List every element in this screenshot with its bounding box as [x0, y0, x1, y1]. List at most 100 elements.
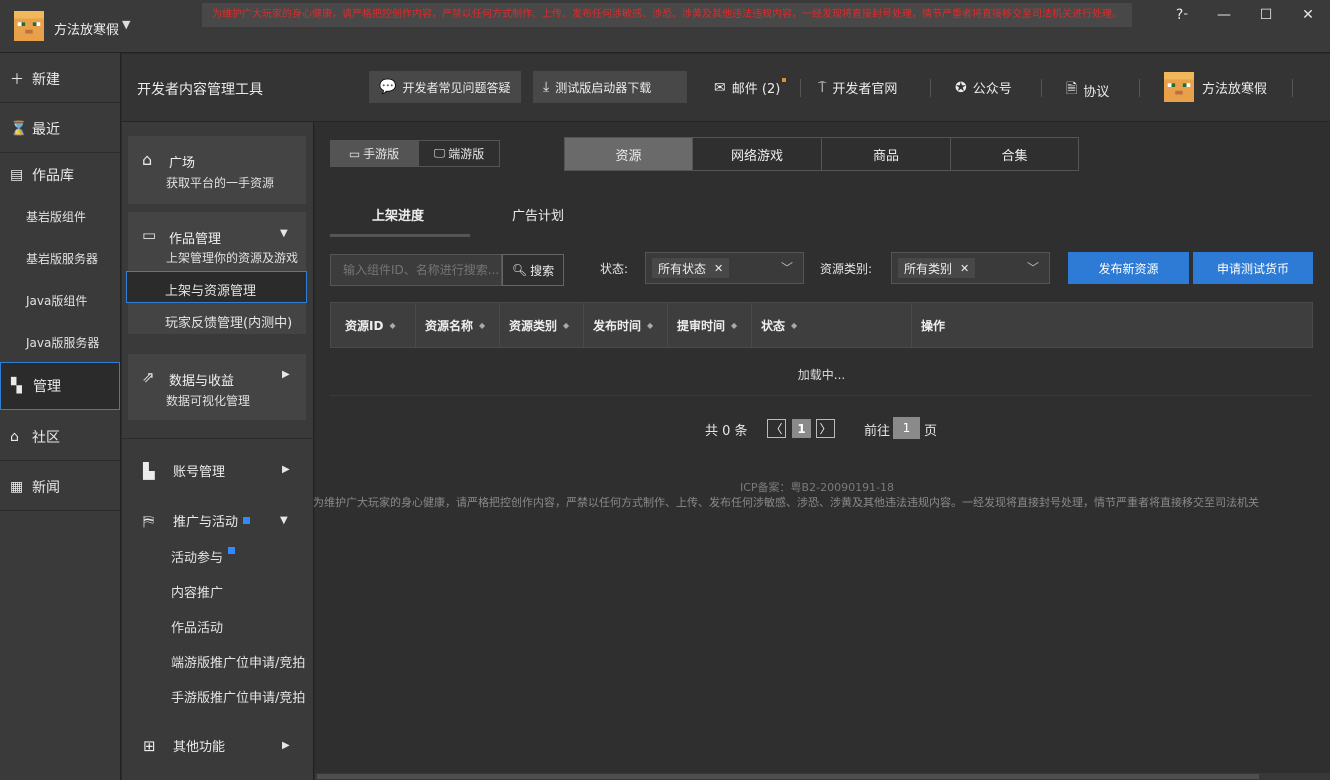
- col-actions: 操作: [921, 318, 946, 333]
- other-item[interactable]: ⊞ 其他功能: [143, 736, 225, 756]
- close-icon[interactable]: ✕: [960, 262, 969, 275]
- chevron-down-icon: ﹀: [1026, 261, 1039, 275]
- mail-link[interactable]: ✉ 邮件 (2): [714, 78, 787, 97]
- sort-icon: ◆: [647, 320, 654, 330]
- header-username[interactable]: 方法放寒假: [1202, 78, 1267, 97]
- activity-item[interactable]: 活动参与: [171, 547, 236, 566]
- header-avatar[interactable]: [1164, 72, 1194, 102]
- feedback-item[interactable]: 玩家反馈管理(内测中): [165, 312, 292, 331]
- main-content: [315, 122, 1330, 780]
- nav-bedrock-addon[interactable]: 基岩版组件: [0, 195, 120, 237]
- close-button[interactable]: ✕: [1290, 4, 1326, 26]
- works-title[interactable]: 作品管理: [169, 228, 221, 247]
- pin-icon: ⍑: [818, 79, 827, 96]
- tab-online-game[interactable]: 网络游戏: [692, 137, 822, 171]
- clock-icon: ⌛: [10, 120, 28, 137]
- folder-icon: ▭: [142, 226, 157, 244]
- minimize-button[interactable]: —: [1206, 4, 1242, 26]
- category-select[interactable]: 所有类别 ✕ ﹀: [891, 252, 1050, 284]
- status-select[interactable]: 所有状态 ✕ ﹀: [645, 252, 804, 284]
- account-item[interactable]: ▙ 账号管理: [143, 461, 225, 481]
- maximize-button[interactable]: ☐: [1248, 4, 1284, 26]
- work-activity-item[interactable]: 作品活动: [171, 617, 223, 636]
- total-count: 共 0 条: [705, 424, 748, 439]
- news-icon: ▦: [10, 478, 24, 495]
- nav-new[interactable]: ＋新建: [0, 55, 120, 103]
- close-icon[interactable]: ✕: [714, 262, 723, 275]
- username-label[interactable]: 方法放寒假: [54, 19, 119, 38]
- caret-right-icon[interactable]: ▶: [282, 740, 290, 751]
- nav-news[interactable]: ▦ 新闻: [0, 463, 120, 511]
- mobile-slot-item[interactable]: 手游版推广位申请/竞拍: [171, 687, 305, 706]
- user-avatar[interactable]: [14, 11, 44, 41]
- nav-manage[interactable]: ▚ 管理: [0, 362, 120, 410]
- download-button[interactable]: ⤓ 测试版启动器下载: [533, 71, 687, 103]
- divider: [122, 438, 314, 439]
- grid-icon: ⊞: [143, 736, 156, 755]
- col-resource-category[interactable]: 资源类别 ◆: [500, 302, 584, 348]
- caret-down-icon[interactable]: ▼: [122, 18, 130, 31]
- tab-goods[interactable]: 商品: [821, 137, 951, 171]
- dashboard-icon: ▚: [11, 378, 22, 394]
- caret-down-icon[interactable]: ▼: [280, 228, 288, 239]
- notification-dot: [228, 547, 236, 554]
- account-icon: ▙: [143, 461, 155, 480]
- nav-java-addon[interactable]: Java版组件: [0, 279, 120, 321]
- faq-button[interactable]: 💬 开发者常见问题答疑: [369, 71, 521, 103]
- col-resource-name[interactable]: 资源名称 ◆: [416, 302, 500, 348]
- goto-page-input[interactable]: 1: [893, 417, 920, 439]
- plaza-card[interactable]: [128, 136, 306, 204]
- platform-mobile-toggle[interactable]: ▭ 手游版: [330, 140, 418, 167]
- nav-library[interactable]: ▤ 作品库: [0, 151, 120, 199]
- help-icon[interactable]: ?⁼: [1164, 4, 1200, 26]
- publish-button[interactable]: 发布新资源: [1068, 252, 1189, 284]
- caret-right-icon: ▶: [282, 369, 290, 380]
- plaza-subtitle: 获取平台的一手资源: [166, 176, 275, 190]
- col-review-time[interactable]: 提审时间 ◆: [668, 302, 752, 348]
- tab-ad-plan[interactable]: 广告计划: [512, 205, 564, 224]
- sort-icon: ◆: [563, 320, 570, 330]
- tab-listing-progress[interactable]: 上架进度: [372, 205, 424, 224]
- home-icon: ⌂: [142, 150, 153, 169]
- active-tab-indicator: [330, 234, 470, 237]
- nav-community[interactable]: ⌂ 社区: [0, 413, 120, 461]
- category-label: 资源类别:: [820, 262, 873, 276]
- pc-slot-item[interactable]: 端游版推广位申请/竞拍: [171, 652, 305, 671]
- chart-icon: ⇗: [142, 368, 155, 386]
- mobile-icon: ▭: [348, 146, 361, 161]
- scrollbar-thumb[interactable]: [317, 774, 1259, 779]
- status-tag: 所有状态 ✕: [652, 258, 730, 278]
- chevron-down-icon: ﹀: [780, 261, 793, 275]
- col-publish-time[interactable]: 发布时间 ◆: [584, 302, 668, 348]
- tab-collection[interactable]: 合集: [950, 137, 1079, 171]
- loading-text: 加载中...: [797, 368, 846, 382]
- search-button[interactable]: 🔍︎ 搜索: [502, 254, 564, 286]
- flag-icon: ⛿: [143, 511, 154, 530]
- agreement-link[interactable]: 🗎 协议: [1066, 78, 1109, 102]
- current-page[interactable]: 1: [792, 419, 811, 438]
- badge-icon: ✪: [955, 79, 967, 96]
- prev-page-button[interactable]: 〈: [767, 419, 786, 438]
- nav-recent[interactable]: ⌛ 最近: [0, 105, 120, 153]
- platform-pc-toggle[interactable]: 🖵 端游版: [418, 140, 500, 167]
- promo-item[interactable]: ⛿ 推广与活动: [143, 511, 251, 530]
- caret-right-icon[interactable]: ▶: [282, 464, 290, 475]
- page-unit-label: 页: [924, 424, 938, 439]
- nav-bedrock-server[interactable]: 基岩版服务器: [0, 237, 120, 279]
- official-site-link[interactable]: ⍑ 开发者官网: [818, 78, 897, 98]
- col-resource-id[interactable]: 资源ID ◆: [330, 302, 416, 348]
- col-status[interactable]: 状态 ◆: [752, 302, 912, 348]
- divider: [800, 79, 801, 97]
- next-page-button[interactable]: 〉: [816, 419, 835, 438]
- nav-java-server[interactable]: Java版服务器: [0, 321, 120, 363]
- content-promo-item[interactable]: 内容推广: [171, 582, 223, 601]
- tab-resource[interactable]: 资源: [564, 137, 693, 171]
- search-input[interactable]: [330, 254, 502, 286]
- left-nav: ＋新建 ⌛ 最近 ▤ 作品库 基岩版组件 基岩版服务器 Java版组件 Java版服…: [0, 53, 121, 780]
- apply-currency-button[interactable]: 申请测试货币: [1193, 252, 1313, 284]
- divider: [1139, 79, 1140, 97]
- notification-dot: [243, 517, 251, 524]
- caret-down-icon[interactable]: ▼: [280, 515, 288, 526]
- listing-label: 上架与资源管理: [165, 284, 257, 299]
- wechat-link[interactable]: ✪ 公众号: [955, 78, 1012, 98]
